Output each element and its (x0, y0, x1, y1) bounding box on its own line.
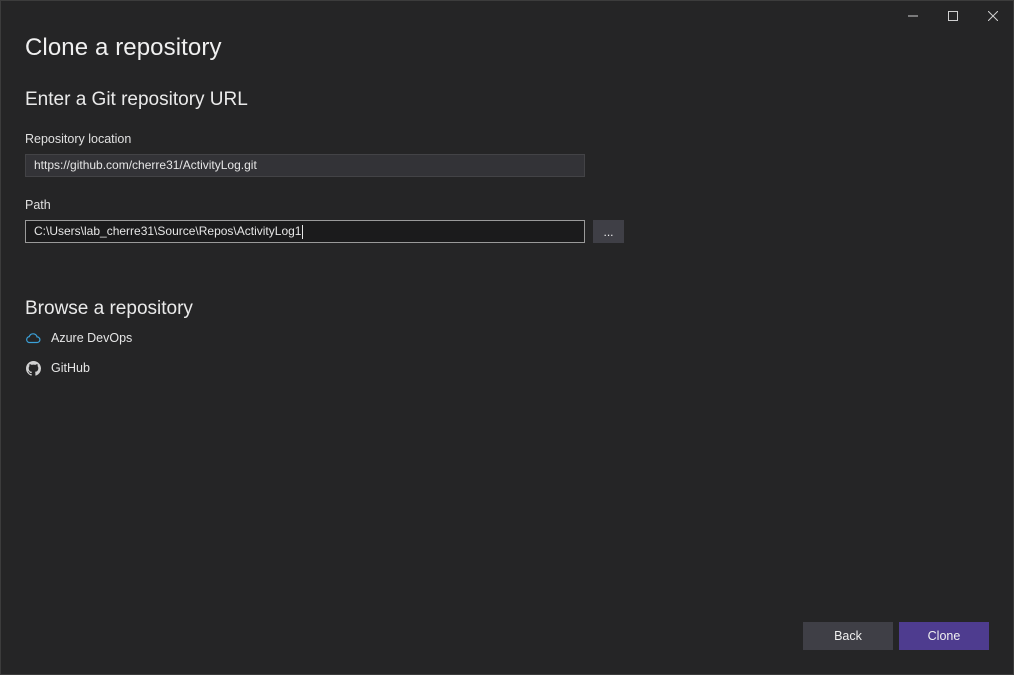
maximize-icon (948, 11, 958, 21)
close-button[interactable] (973, 1, 1013, 31)
minimize-icon (908, 11, 918, 21)
url-section-heading: Enter a Git repository URL (25, 89, 248, 110)
path-label: Path (25, 198, 51, 212)
path-input-value: C:\Users\lab_cherre31\Source\Repos\Activ… (34, 224, 302, 238)
repository-location-input[interactable]: https://github.com/cherre31/ActivityLog.… (25, 154, 585, 177)
close-icon (988, 11, 998, 21)
maximize-button[interactable] (933, 1, 973, 31)
cloud-icon (25, 330, 41, 346)
text-cursor (302, 224, 304, 239)
dialog-title: Clone a repository (25, 34, 222, 61)
clone-repository-dialog: Clone a repository Enter a Git repositor… (0, 0, 1014, 675)
minimize-button[interactable] (893, 1, 933, 31)
window-controls (893, 1, 1013, 31)
github-icon (25, 360, 41, 376)
clone-button[interactable]: Clone (899, 622, 989, 650)
back-button[interactable]: Back (803, 622, 893, 650)
browse-section-heading: Browse a repository (25, 298, 193, 319)
browse-item-label: Azure DevOps (51, 331, 133, 345)
path-input[interactable]: C:\Users\lab_cherre31\Source\Repos\Activ… (25, 220, 585, 243)
repository-location-label: Repository location (25, 132, 132, 146)
browse-path-button[interactable]: ... (593, 220, 624, 243)
browse-item-github[interactable]: GitHub (25, 360, 90, 376)
browse-item-label: GitHub (51, 361, 90, 375)
browse-item-azure-devops[interactable]: Azure DevOps (25, 330, 132, 346)
